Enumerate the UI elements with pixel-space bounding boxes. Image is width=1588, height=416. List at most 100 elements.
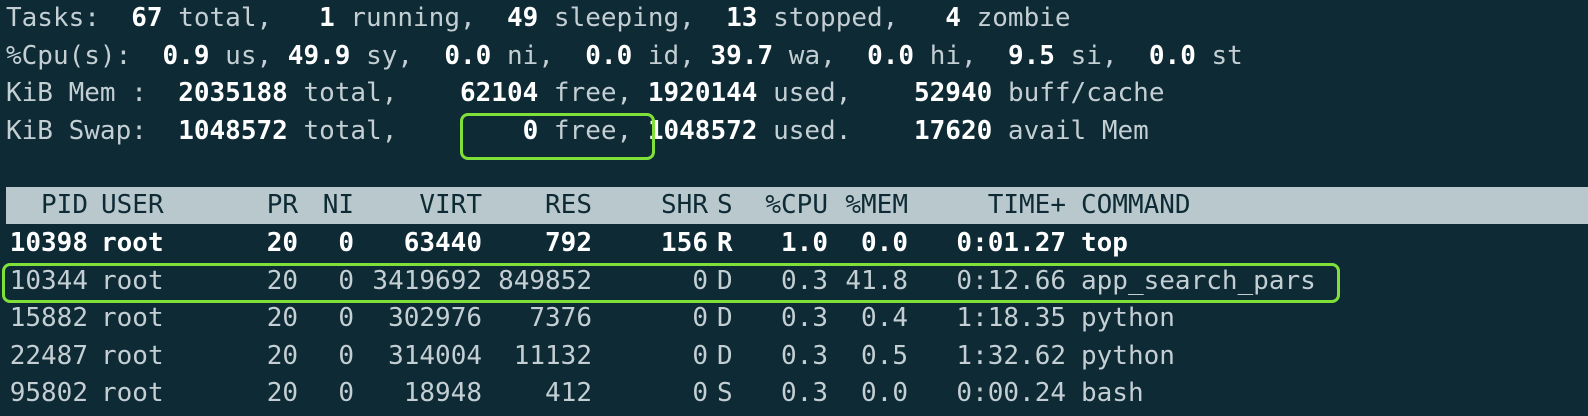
tasks-label: Tasks:: [6, 3, 100, 33]
cpu-st-label: st: [1211, 40, 1243, 71]
col-pr[interactable]: PR: [246, 187, 298, 225]
cell-pid: 22487: [9, 340, 88, 371]
swap-total-label: total,: [303, 115, 398, 146]
cpu-wa-label: wa,: [788, 40, 836, 71]
mem-label: KiB Mem :: [6, 78, 147, 108]
cell-user: root: [101, 303, 164, 333]
cpu-st: 0.0: [1148, 40, 1196, 71]
cell-command: bash: [1081, 378, 1144, 408]
cell-res: 412: [545, 378, 592, 408]
cell-res: 11132: [513, 340, 592, 371]
cell-virt: 63440: [403, 228, 482, 258]
cpu-id: 0.0: [585, 40, 633, 71]
cell-virt: 314004: [388, 340, 482, 371]
mem-total: 2035188: [178, 78, 288, 108]
cell-mem: 0.5: [861, 340, 908, 371]
cpu-si-label: si,: [1070, 40, 1118, 71]
cell-time: 0:00.24: [956, 378, 1066, 408]
cell-mem: 0.0: [861, 378, 908, 408]
col-pid[interactable]: PID: [6, 187, 88, 225]
tasks-stopped-label: stopped,: [773, 3, 899, 33]
cell-time: 1:18.35: [956, 303, 1066, 333]
swap-avail-mem: 17620: [913, 115, 993, 146]
mem-used: 1920144: [647, 78, 758, 108]
cell-ni: 0: [338, 228, 354, 258]
cell-pr: 20: [266, 228, 298, 258]
col-state[interactable]: S: [717, 187, 733, 225]
cell-command: top: [1081, 228, 1128, 258]
swap-label: KiB Swap:: [6, 115, 147, 146]
cell-mem: 0.0: [861, 228, 908, 258]
cell-s: R: [717, 228, 733, 258]
cpu-us-label: us,: [225, 40, 273, 71]
mem-summary: KiB Mem : 2035188 total, 62104 free, 192…: [6, 75, 1164, 113]
cell-shr: 0: [692, 340, 708, 371]
cell-user: root: [101, 228, 164, 258]
tasks-sleeping-label: sleeping,: [553, 3, 695, 33]
cell-cpu: 0.3: [781, 378, 828, 408]
mem-buff-cache-label: buff/cache: [1007, 78, 1165, 108]
process-row[interactable]: 15882 root 20 0 302976 7376 0 D 0.3 0.4 1:18.35 pyt…: [6, 300, 1566, 338]
tasks-zombie-label: zombie: [976, 3, 1071, 33]
tasks-running: 1: [319, 3, 335, 33]
cpu-ni-label: ni,: [506, 40, 554, 71]
cell-pid: 95802: [9, 378, 88, 408]
cpu-label: %Cpu(s):: [6, 40, 132, 71]
swap-used: 1048572: [647, 115, 758, 146]
cell-mem: 0.4: [861, 303, 908, 333]
cpu-id-label: id,: [647, 40, 695, 71]
cell-user: root: [101, 340, 164, 371]
process-row[interactable]: 95802 root 20 0 18948 412 0 S 0.3 0.0 0:00.24 bash: [6, 375, 1566, 413]
cell-virt: 18948: [403, 378, 482, 408]
cpu-hi: 0.0: [867, 40, 915, 71]
terminal-window: { "summary": { "tasks": { "label": "Task…: [0, 0, 1588, 416]
mem-buff-cache: 52940: [914, 78, 993, 108]
cell-cpu: 0.3: [781, 303, 828, 333]
cell-cpu: 0.3: [781, 340, 828, 371]
cell-shr: 0: [692, 303, 708, 333]
swap-free-highlight: [460, 113, 655, 160]
col-ni[interactable]: NI: [306, 187, 354, 225]
cpu-ni: 0.0: [444, 40, 492, 71]
col-mem[interactable]: %MEM: [832, 187, 908, 225]
col-cpu[interactable]: %CPU: [746, 187, 828, 225]
col-command[interactable]: COMMAND: [1081, 187, 1191, 225]
swap-total: 1048572: [178, 115, 288, 146]
cpu-sy: 49.9: [287, 40, 351, 71]
mem-total-label: total,: [303, 78, 398, 108]
tasks-zombie: 4: [945, 3, 961, 33]
col-user[interactable]: USER: [101, 187, 164, 225]
cell-pr: 20: [266, 303, 298, 333]
cell-pid: 15882: [9, 303, 88, 333]
cpu-wa: 39.7: [710, 40, 774, 71]
process-row[interactable]: 22487 root 20 0 314004 11132 0 D 0.3 0.5 1:32.62 py…: [6, 338, 1566, 376]
col-res[interactable]: RES: [486, 187, 592, 225]
cell-res: 7376: [529, 303, 592, 333]
cell-ni: 0: [338, 340, 354, 371]
process-table-header: PID USER PR NI VIRT RES SHR S %CPU %MEM …: [6, 187, 1588, 224]
cell-s: D: [717, 340, 733, 371]
col-time[interactable]: TIME+: [912, 187, 1066, 225]
tasks-sleeping: 49: [506, 3, 539, 33]
cell-time: 1:32.62: [956, 340, 1066, 371]
mem-free: 62104: [459, 78, 539, 108]
cell-cpu: 1.0: [781, 228, 828, 258]
cell-ni: 0: [338, 303, 354, 333]
swap-used-label: used.: [773, 115, 852, 146]
cell-s: D: [717, 303, 733, 333]
cell-s: S: [717, 378, 733, 408]
col-virt[interactable]: VIRT: [361, 187, 482, 225]
cell-pr: 20: [266, 340, 298, 371]
tasks-total-label: total,: [178, 3, 273, 33]
cpu-sy-label: sy,: [366, 40, 414, 71]
cell-command: python: [1081, 303, 1175, 333]
col-shr[interactable]: SHR: [596, 187, 708, 225]
cpu-hi-label: hi,: [929, 40, 977, 71]
cell-command: python: [1081, 340, 1175, 371]
tasks-total: 67: [131, 3, 163, 33]
cell-ni: 0: [338, 378, 354, 408]
process-row[interactable]: 10398 root 20 0 63440 792 156 R 1.0 0.0 0:01.27 top: [6, 225, 1566, 263]
cell-pid: 10398: [9, 228, 88, 258]
cpu-us: 0.9: [162, 40, 210, 71]
tasks-stopped: 13: [726, 3, 758, 33]
